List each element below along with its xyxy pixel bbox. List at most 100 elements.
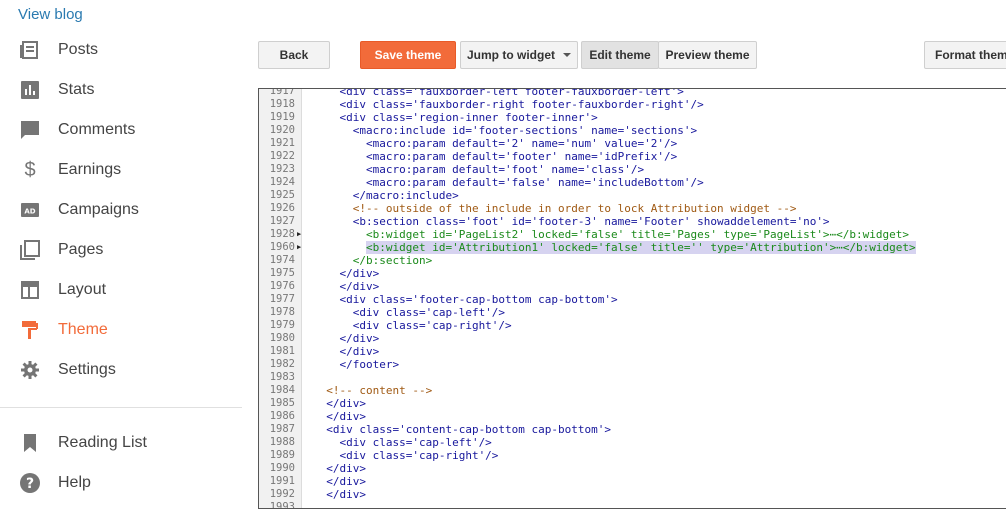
sidebar-item-theme[interactable]: Theme	[0, 310, 242, 350]
line-number: 1988	[269, 436, 295, 448]
code-line: 1979 <div class='cap-right'/>	[259, 319, 1006, 332]
fold-arrow-icon[interactable]: ▶	[297, 228, 301, 241]
line-number: 1919	[269, 111, 295, 123]
format-theme-button[interactable]: Format theme	[924, 41, 1006, 69]
code-text: <!-- outside of the include in order to …	[313, 202, 797, 215]
jump-to-widget-label: Jump to widget	[467, 48, 555, 62]
code-text: <div class='fauxborder-left footer-fauxb…	[313, 88, 684, 98]
sidebar-item-label: Reading List	[58, 434, 147, 451]
code-text: </div>	[313, 462, 366, 475]
selected-code: <b:widget id='Attribution1' locked='fals…	[365, 241, 916, 254]
edit-theme-button[interactable]: Edit theme	[581, 41, 659, 69]
code-text: <macro:include id='footer-sections' name…	[313, 124, 698, 137]
paint-roller-icon	[19, 319, 41, 341]
sidebar-item-pages[interactable]: Pages	[0, 230, 242, 270]
line-number: 1923	[269, 163, 295, 175]
line-number: 1975	[269, 267, 295, 279]
code-text: </b:section>	[313, 254, 433, 267]
line-number: 1986	[269, 410, 295, 422]
sidebar-item-label: Theme	[58, 321, 108, 338]
sidebar-item-label: Comments	[58, 121, 136, 138]
code-line: 1978 <div class='cap-left'/>	[259, 306, 1006, 319]
line-number: 1990	[269, 462, 295, 474]
sidebar-item-help[interactable]: ? Help	[0, 463, 242, 503]
line-number: 1928	[269, 228, 295, 240]
code-text: <div class='fauxborder-right footer-faux…	[313, 98, 704, 111]
code-text: </footer>	[313, 358, 400, 371]
sidebar-item-posts[interactable]: Posts	[0, 30, 242, 70]
code-text: <macro:param default='false' name='inclu…	[313, 176, 704, 189]
sidebar-item-stats[interactable]: Stats	[0, 70, 242, 110]
sidebar-item-label: Stats	[58, 81, 95, 98]
line-number: 1922	[269, 150, 295, 162]
code-text: </div>	[313, 410, 366, 423]
sidebar-item-label: Posts	[58, 41, 99, 58]
code-line: 1976 </div>	[259, 280, 1006, 293]
code-line: 1981 </div>	[259, 345, 1006, 358]
code-text: </div>	[313, 345, 380, 358]
line-number: 1918	[269, 98, 295, 110]
code-editor[interactable]: 1917 <div class='fauxborder-left footer-…	[258, 88, 1006, 509]
sidebar-item-label: Pages	[58, 241, 104, 258]
code-line: 1923 <macro:param default='foot' name='c…	[259, 163, 1006, 176]
line-number: 1991	[269, 475, 295, 487]
code-text: </div>	[313, 280, 380, 293]
line-number: 1979	[269, 319, 295, 331]
fold-arrow-icon[interactable]: ▶	[297, 241, 301, 254]
code-line: 1989 <div class='cap-right'/>	[259, 449, 1006, 462]
pages-icon	[19, 239, 41, 261]
sidebar-item-settings[interactable]: Settings	[0, 350, 242, 390]
line-number: 1987	[269, 423, 295, 435]
code-line: 1993	[259, 501, 1006, 508]
line-number: 1985	[269, 397, 295, 409]
code-text: </div>	[313, 475, 366, 488]
line-number: 1920	[269, 124, 295, 136]
code-text: <div class='cap-left'/>	[313, 306, 506, 319]
sidebar-item-comments[interactable]: Comments	[0, 110, 242, 150]
layout-icon	[19, 279, 41, 301]
code-lines: 1917 <div class='fauxborder-left footer-…	[259, 88, 1006, 508]
sidebar-item-label: Settings	[58, 361, 116, 378]
stats-icon	[19, 79, 41, 101]
posts-icon	[19, 39, 41, 61]
line-number: 1976	[269, 280, 295, 292]
dollar-icon: $	[24, 158, 36, 181]
code-text: </div>	[313, 267, 380, 280]
code-line: 1925 </macro:include>	[259, 189, 1006, 202]
line-number: 1980	[269, 332, 295, 344]
code-line: 1920 <macro:include id='footer-sections'…	[259, 124, 1006, 137]
code-line: 1988 <div class='cap-left'/>	[259, 436, 1006, 449]
code-text: <macro:param default='foot' name='class'…	[313, 163, 645, 176]
code-line: 1985 </div>	[259, 397, 1006, 410]
line-number: 1974	[269, 254, 295, 266]
sidebar-item-label: Layout	[58, 281, 107, 298]
code-line: 1992 </div>	[259, 488, 1006, 501]
jump-to-widget-dropdown[interactable]: Jump to widget	[460, 41, 578, 69]
code-line: 1960 ▶ <b:widget id='Attribution1' locked…	[259, 241, 1006, 254]
line-number: 1977	[269, 293, 295, 305]
line-number: 1983	[269, 371, 295, 383]
sidebar-item-reading-list[interactable]: Reading List	[0, 423, 242, 463]
code-text: <div class='cap-right'/>	[313, 319, 512, 332]
sidebar-item-layout[interactable]: Layout	[0, 270, 242, 310]
gear-icon	[19, 359, 41, 381]
code-line: 1983	[259, 371, 1006, 384]
sidebar-item-label: Help	[58, 474, 91, 491]
sidebar-divider	[0, 407, 242, 408]
code-text: <!-- content -->	[313, 384, 433, 397]
sidebar-item-campaigns[interactable]: AD Campaigns	[0, 190, 242, 230]
back-button[interactable]: Back	[258, 41, 330, 69]
code-line: 1918 <div class='fauxborder-right footer…	[259, 98, 1006, 111]
save-theme-button[interactable]: Save theme	[360, 41, 456, 69]
line-number: 1921	[269, 137, 295, 149]
sidebar-item-earnings[interactable]: $ Earnings	[0, 150, 242, 190]
preview-theme-button[interactable]: Preview theme	[658, 41, 757, 69]
code-line: 1928 ▶ <b:widget id='PageList2' locked='f…	[259, 228, 1006, 241]
line-number: 1981	[269, 345, 295, 357]
line-number: 1927	[269, 215, 295, 227]
code-line: 1922 <macro:param default='footer' name=…	[259, 150, 1006, 163]
code-line: 1982 </footer>	[259, 358, 1006, 371]
code-line: 1917 <div class='fauxborder-left footer-…	[259, 88, 1006, 98]
line-number: 1989	[269, 449, 295, 461]
view-blog-link[interactable]: View blog	[18, 6, 83, 23]
